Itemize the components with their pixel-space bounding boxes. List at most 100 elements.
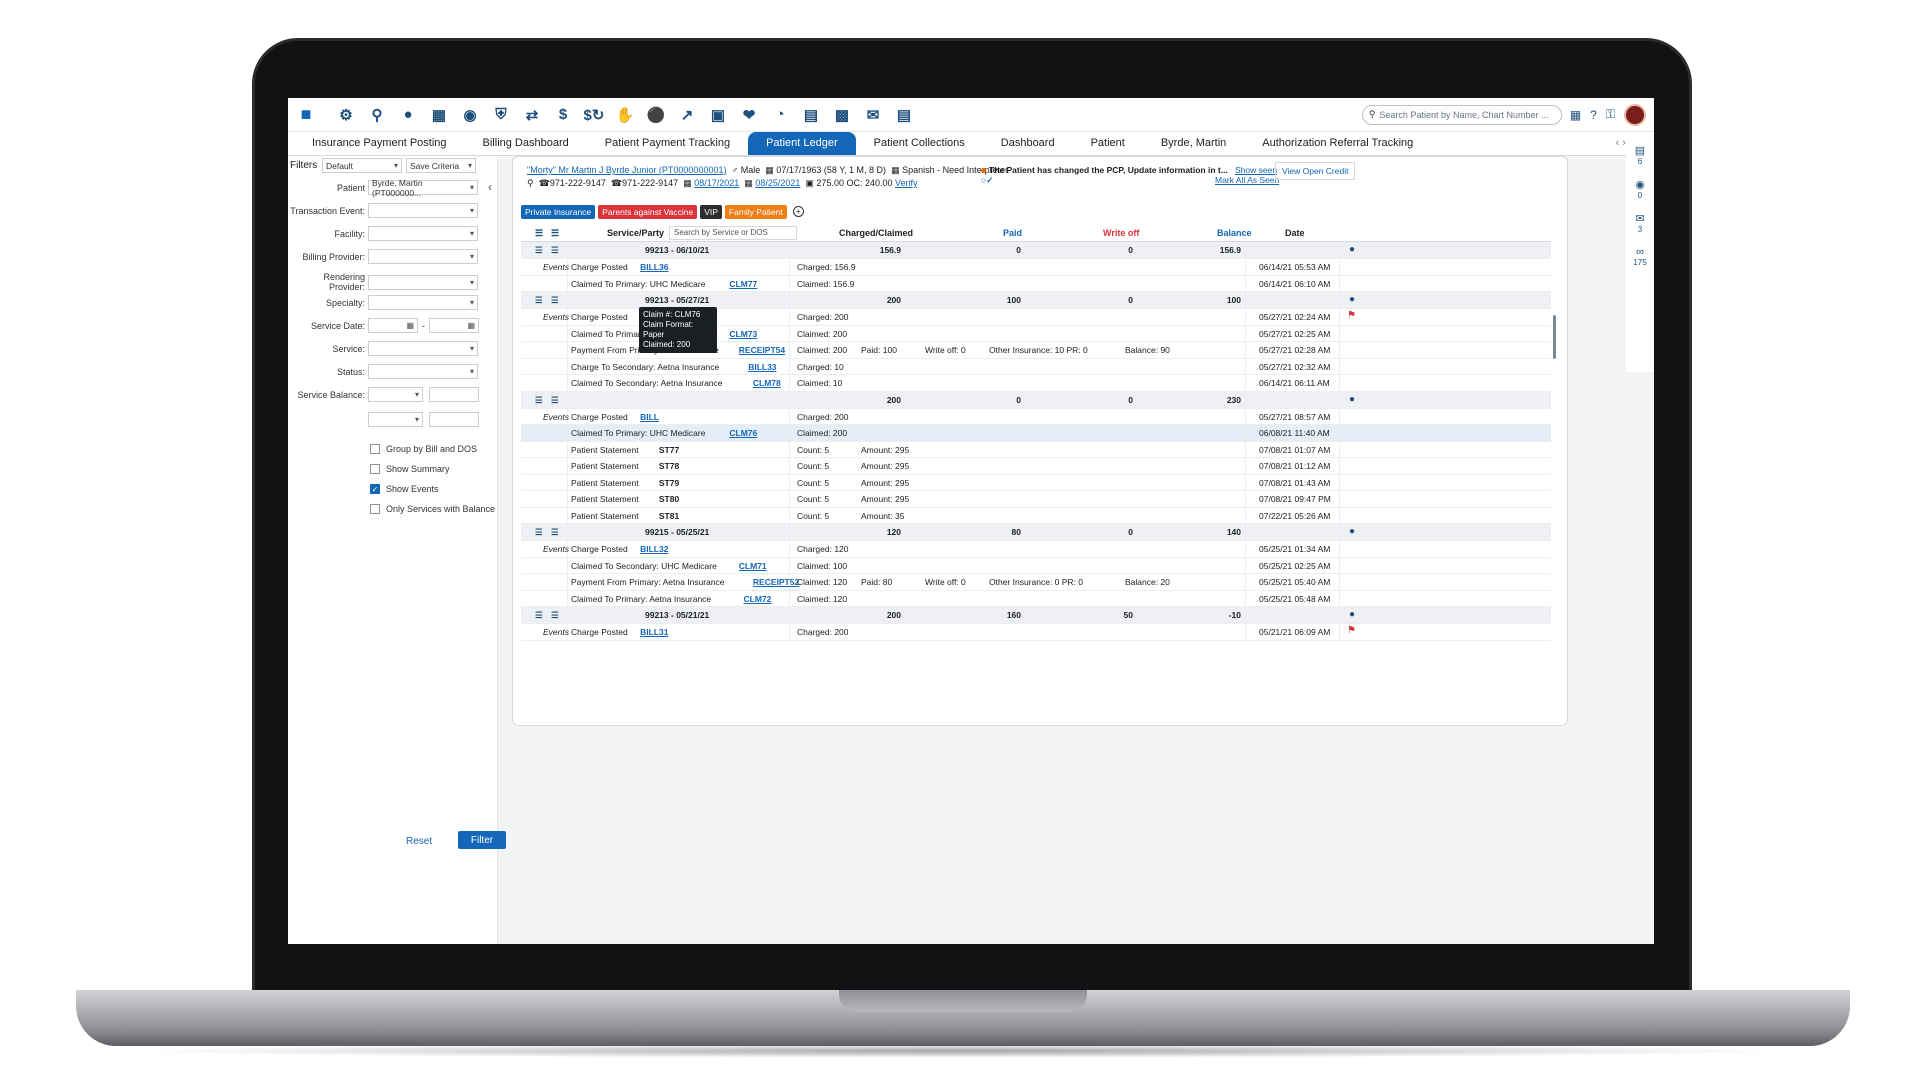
service-row[interactable]: ☰ ☰ 200 0 0 230 ● [521, 391, 1551, 409]
row-menu-icon[interactable]: ☰ [551, 527, 559, 538]
patient-search-input[interactable]: ⚲ Search Patient by Name, Chart Number .… [1361, 104, 1562, 125]
tab-patient-payment-tracking[interactable]: Patient Payment Tracking [587, 132, 748, 155]
event-link[interactable]: CLM76 [729, 428, 757, 438]
filter-button[interactable]: Filter [458, 831, 506, 849]
comment-icon[interactable]: ● [1349, 394, 1355, 405]
event-row[interactable]: Events Charge Posted BILL36 Charged: 156.9 0… [521, 259, 1551, 276]
row-menu-icon[interactable]: ☰ [551, 295, 559, 306]
donation-icon[interactable]: ❤ [739, 105, 759, 125]
show-events-checkbox[interactable]: ✓ Show Events [370, 484, 439, 494]
service-row[interactable]: ☰ ☰ 99213 - 06/10/21 156.9 0 0 156.9 ● [521, 242, 1551, 259]
service-row[interactable]: ☰ ☰ 99213 - 05/21/21 200 160 50 -10 ● [521, 607, 1551, 624]
expand-all-icon[interactable]: ☰ [535, 228, 543, 239]
sidebar-clipboard[interactable]: ▤ 6 [1626, 144, 1654, 166]
group-by-bill-checkbox[interactable]: Group by Bill and DOS [370, 444, 477, 454]
billing-provider-select[interactable]: ▾ [368, 249, 478, 264]
dollar-icon[interactable]: $ [553, 105, 573, 125]
add-tag-icon[interactable]: + [792, 206, 804, 217]
event-link[interactable]: RECEIPT52 [753, 577, 799, 587]
view-open-credit-button[interactable]: View Open Credit [1275, 162, 1356, 180]
sidebar-chat[interactable]: ◉ 0 [1626, 178, 1654, 200]
tab-insurance-payment-posting[interactable]: Insurance Payment Posting [294, 132, 465, 155]
facility-select[interactable]: ▾ [368, 226, 478, 241]
filter-preset-select[interactable]: Default ▾ [322, 158, 402, 173]
money-bag-icon[interactable]: ⚫ [646, 105, 666, 125]
sidebar-mail[interactable]: ✉ 3 [1626, 212, 1654, 234]
avatar[interactable] [1624, 103, 1646, 126]
patient-name-link[interactable]: "Morty" Mr Martin J Byrde Junior (PT0000… [527, 165, 726, 175]
flag-icon[interactable]: ⚑ [1347, 310, 1356, 321]
row-menu-icon[interactable]: ☰ [551, 245, 559, 256]
tab-dashboard[interactable]: Dashboard [983, 132, 1073, 155]
only-services-balance-checkbox[interactable]: Only Services with Balance [370, 504, 495, 514]
search-icon[interactable]: ⚲ [367, 105, 387, 125]
chart-hand-icon[interactable]: ↗ [677, 105, 697, 125]
expand-row-icon[interactable]: ☰ [535, 527, 543, 538]
pie-chart-icon[interactable]: ◔ [770, 105, 790, 125]
user-icon[interactable]: ● [398, 105, 418, 125]
verify-link[interactable]: Verify [895, 178, 918, 188]
service-date-to[interactable]: ▦ [429, 318, 479, 333]
event-row[interactable]: Claimed To Primary: UHC Medicare CLM76 Cla… [521, 425, 1551, 442]
tab-authorization-referral-tracking[interactable]: Authorization Referral Tracking [1244, 132, 1431, 155]
service-balance-operator-select[interactable]: ▾ [368, 387, 423, 402]
tab-patient[interactable]: Patient [1073, 132, 1143, 155]
service-balance-operator-select-2[interactable]: ▾ [368, 412, 423, 427]
event-row[interactable]: Events Charge Posted BILL Charged: 200 05/27… [521, 408, 1551, 425]
rendering-provider-select[interactable]: ▾ [368, 274, 478, 290]
service-balance-input-2[interactable] [429, 412, 479, 427]
status-select[interactable]: ▾ [368, 364, 478, 379]
expand-row-icon[interactable]: ☰ [535, 610, 543, 621]
service-date-from[interactable]: ▦ [368, 318, 418, 333]
comment-icon[interactable]: ● [1349, 609, 1355, 620]
hand-money-icon[interactable]: ✋ [615, 105, 635, 125]
event-link[interactable]: CLM73 [729, 329, 757, 339]
lock-icon[interactable]: ⚿ [1606, 107, 1615, 122]
event-row[interactable]: Patient Statement ST80 Count: 5 Amount: 295… [521, 491, 1551, 508]
expand-row-icon[interactable]: ☰ [535, 295, 543, 306]
dollar-refresh-icon[interactable]: $↻ [584, 105, 605, 125]
calendar-icon[interactable]: ▦ [1570, 108, 1581, 122]
event-link[interactable]: BILL31 [640, 627, 668, 637]
help-icon[interactable]: ? [1590, 108, 1597, 122]
comment-icon[interactable]: ● [1349, 294, 1355, 305]
event-row[interactable]: Claimed To Secondary: UHC Medicare CLM71 C… [521, 557, 1551, 574]
event-row[interactable]: Patient Statement ST81 Count: 5 Amount: 35 0… [521, 507, 1551, 524]
shield-icon[interactable]: ⛨ [491, 105, 511, 125]
event-row[interactable]: Charge To Secondary: Aetna Insurance BILL… [521, 358, 1551, 375]
event-link[interactable]: CLM71 [739, 561, 767, 571]
tab-billing-dashboard[interactable]: Billing Dashboard [465, 132, 587, 155]
event-row[interactable]: Claimed To Primary: Aetna Insurance CLM72… [521, 590, 1551, 607]
service-balance-input[interactable] [429, 387, 479, 402]
comment-icon[interactable]: ● [1349, 244, 1355, 255]
mark-all-seen-link[interactable]: Mark All As Seen [1215, 175, 1279, 185]
service-select[interactable]: ▾ [368, 341, 478, 356]
event-row[interactable]: Events Charge Posted BILL32 Charged: 120 05/… [521, 541, 1551, 558]
tag-private-insurance[interactable]: Private Insurance [521, 205, 596, 219]
safe-icon[interactable]: ▣ [708, 105, 728, 125]
collapse-filters-icon[interactable]: ‹ [488, 180, 492, 194]
gear-icon[interactable]: ⚙ [336, 105, 356, 125]
sidebar-voicemail[interactable]: ∞ 175 [1626, 246, 1654, 267]
service-dos-search-input[interactable]: Search by Service or DOS [669, 226, 797, 240]
user-group-icon[interactable]: ◉ [460, 105, 480, 125]
event-link[interactable]: BILL36 [640, 262, 668, 272]
book-icon[interactable]: ▩ [832, 105, 852, 125]
document-icon[interactable]: ▤ [801, 105, 821, 125]
save-criteria-select[interactable]: Save Criteria ▾ [406, 158, 476, 173]
tab-byrde-martin[interactable]: Byrde, Martin [1143, 132, 1244, 155]
patient-select[interactable]: Byrde, Martin (PT000000... ▾ [368, 178, 478, 198]
event-row[interactable]: Payment From Primary: Aetna Insurance REC… [521, 574, 1551, 591]
comment-icon[interactable]: ● [1349, 526, 1355, 537]
event-row[interactable]: Patient Statement ST78 Count: 5 Amount: 295… [521, 458, 1551, 475]
ledger-scrollbar[interactable] [1553, 315, 1556, 359]
calendar-icon[interactable]: ▦ [429, 105, 449, 125]
event-row[interactable]: Patient Statement ST79 Count: 5 Amount: 295… [521, 474, 1551, 491]
event-link[interactable]: BILL33 [748, 362, 776, 372]
tag-family-patient[interactable]: Family Patient [724, 205, 787, 219]
reset-button[interactable]: Reset [406, 836, 432, 847]
event-row[interactable]: Events Charge Posted BILL31 Charged: 200 05/… [521, 624, 1551, 641]
event-link[interactable]: CLM77 [729, 279, 757, 289]
flag-icon[interactable]: ⚑ [1347, 625, 1356, 636]
tag-vip[interactable]: VIP [700, 205, 722, 219]
